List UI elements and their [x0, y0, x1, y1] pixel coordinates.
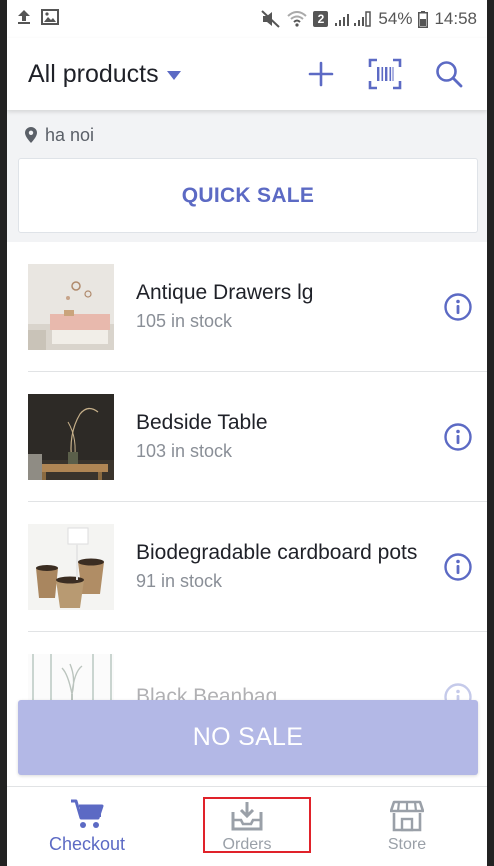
caret-down-icon	[166, 70, 181, 80]
clock: 14:58	[434, 9, 477, 28]
product-filter-dropdown[interactable]: All products	[28, 60, 181, 89]
quick-sale-label: QUICK SALE	[181, 183, 315, 207]
plus-icon	[308, 61, 334, 87]
search-button[interactable]	[431, 56, 467, 92]
nav-checkout-label: Checkout	[48, 834, 126, 854]
info-icon	[444, 292, 472, 321]
page-title: All products	[28, 59, 159, 88]
add-product-button[interactable]	[303, 56, 339, 92]
product-row[interactable]: Biodegradable cardboard pots 91 in stock	[28, 502, 487, 632]
product-row[interactable]: Bedside Table 103 in stock	[28, 372, 487, 502]
location-pin-icon	[25, 127, 37, 143]
highlight-box	[203, 797, 311, 853]
product-info-button[interactable]	[443, 292, 473, 322]
signal-icon	[334, 11, 372, 27]
mute-icon	[261, 10, 281, 28]
search-icon	[436, 61, 463, 88]
product-thumbnail	[28, 523, 114, 610]
sim-badge: 2	[313, 11, 329, 27]
product-thumbnail	[28, 393, 114, 480]
no-sale-label: NO SALE	[192, 723, 304, 751]
cart-icon	[71, 799, 104, 828]
nav-checkout[interactable]: Checkout	[7, 787, 167, 866]
app-header: All products	[7, 38, 487, 110]
store-icon	[390, 800, 424, 831]
product-stock: 103 in stock	[136, 441, 233, 461]
product-stock: 91 in stock	[136, 571, 223, 591]
wifi-icon	[287, 11, 308, 27]
product-info-button[interactable]	[443, 552, 473, 582]
info-icon	[444, 422, 472, 451]
no-sale-button[interactable]: NO SALE	[18, 700, 478, 775]
image-icon	[41, 8, 59, 30]
location-label: ha noi	[45, 124, 95, 145]
product-thumbnail	[28, 263, 114, 350]
info-icon	[444, 552, 472, 581]
battery-icon	[418, 10, 429, 28]
status-bar: 2 54% 14:58	[7, 0, 487, 38]
product-row[interactable]: Antique Drawers lg 105 in stock	[28, 242, 487, 372]
product-stock: 105 in stock	[136, 311, 233, 331]
product-name: Bedside Table	[136, 411, 268, 434]
location-selector[interactable]: ha noi	[7, 118, 487, 152]
barcode-scan-icon	[368, 58, 402, 90]
quick-sale-button[interactable]: QUICK SALE	[18, 158, 478, 233]
app-screen: 2 54% 14:58 All products ha noi QUICK SA…	[7, 0, 487, 866]
nav-store-label: Store	[387, 835, 427, 853]
scan-barcode-button[interactable]	[367, 56, 403, 92]
product-name: Antique Drawers lg	[136, 281, 314, 304]
product-name: Biodegradable cardboard pots	[136, 541, 418, 564]
nav-store[interactable]: Store	[327, 787, 487, 866]
product-info-button[interactable]	[443, 422, 473, 452]
upload-icon	[17, 9, 31, 30]
battery-percent: 54%	[378, 9, 413, 28]
